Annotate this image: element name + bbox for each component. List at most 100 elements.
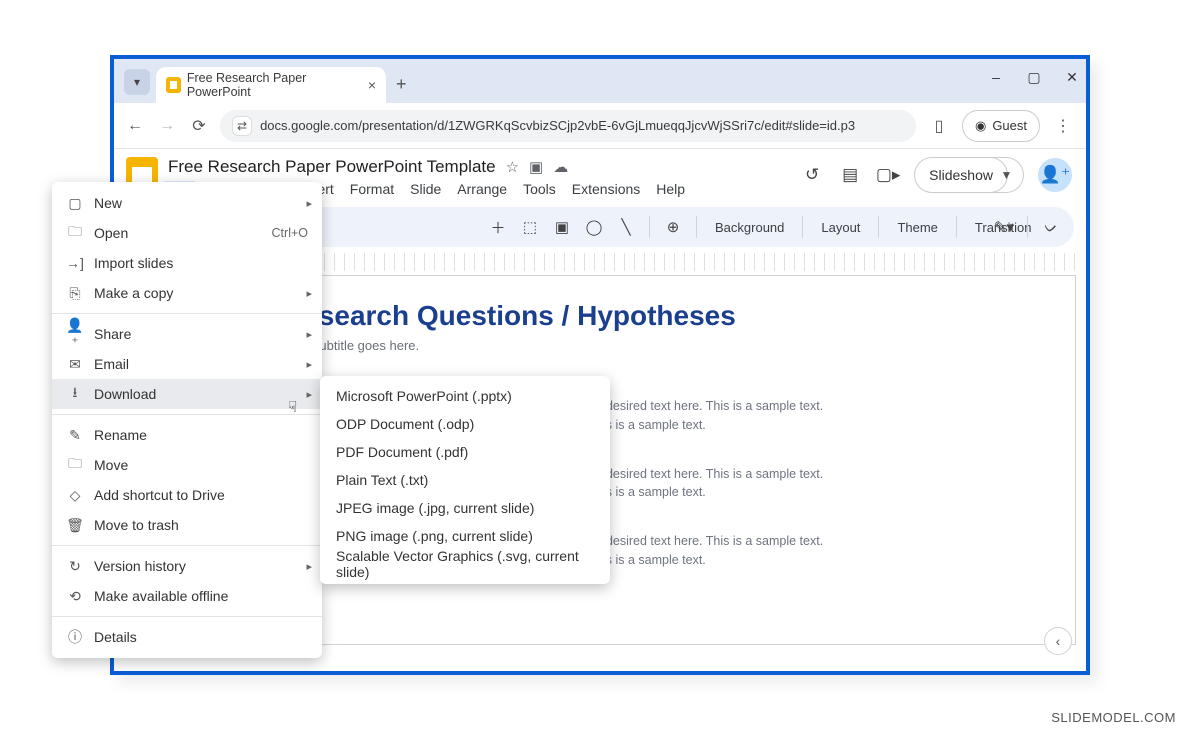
- window-close-button[interactable]: ✕: [1064, 69, 1080, 86]
- slideshow-dropdown[interactable]: ▼: [990, 157, 1024, 193]
- download-submenu: Microsoft PowerPoint (.pptx) ODP Documen…: [320, 376, 610, 584]
- menu-item-download[interactable]: ⭳Download▸: [52, 379, 322, 409]
- share-button[interactable]: 👤⁺: [1038, 158, 1072, 192]
- menu-item-new[interactable]: ▢New▸: [52, 188, 322, 218]
- guest-avatar-icon: ◉: [975, 118, 986, 134]
- meet-icon[interactable]: ▢▸: [876, 163, 900, 187]
- menu-item-import[interactable]: →]Import slides: [52, 248, 322, 278]
- download-odp[interactable]: ODP Document (.odp): [320, 410, 610, 438]
- layout-button[interactable]: Layout: [813, 220, 868, 235]
- submenu-arrow-icon: ▸: [306, 328, 312, 341]
- explore-button[interactable]: ‹: [1044, 627, 1072, 655]
- menu-item-add-shortcut[interactable]: ◇Add shortcut to Drive: [52, 480, 322, 510]
- cloud-status-icon[interactable]: ☁: [553, 158, 568, 176]
- menu-item-version-history[interactable]: ↻Version history▸: [52, 551, 322, 581]
- drive-shortcut-icon: ◇: [66, 487, 84, 504]
- submenu-arrow-icon: ▸: [306, 560, 312, 573]
- file-menu: ▢New▸ 🗀OpenCtrl+O →]Import slides ⎘Make …: [52, 182, 322, 658]
- offline-icon: ⟲: [66, 588, 84, 605]
- rename-icon: ✎: [66, 427, 84, 444]
- download-png[interactable]: PNG image (.png, current slide): [320, 522, 610, 550]
- textbox-icon[interactable]: ⬚: [517, 214, 543, 240]
- body-text-2[interactable]: t. Insert your desired text here. This i…: [533, 465, 1047, 503]
- menu-arrange[interactable]: Arrange: [457, 181, 507, 199]
- tab-dropdown-button[interactable]: ▾: [124, 69, 150, 95]
- window-minimize-button[interactable]: –: [988, 69, 1004, 86]
- slide-subtitle[interactable]: Your subtitle goes here.: [283, 338, 1047, 353]
- menu-extensions[interactable]: Extensions: [572, 181, 640, 199]
- import-icon: →]: [66, 255, 84, 271]
- info-icon: ⓘ: [66, 627, 84, 647]
- menu-item-move[interactable]: 🗀Move: [52, 450, 322, 480]
- trash-icon: 🗑: [66, 517, 84, 534]
- menu-item-trash[interactable]: 🗑Move to trash: [52, 510, 322, 540]
- menu-item-details[interactable]: ⓘDetails: [52, 622, 322, 652]
- watermark: SLIDEMODEL.COM: [1051, 710, 1176, 725]
- body-text-3[interactable]: t. Insert your desired text here. This i…: [533, 532, 1047, 570]
- move-icon: 🗀: [66, 453, 84, 477]
- back-button[interactable]: ←: [124, 117, 146, 135]
- reload-button[interactable]: ⟳: [188, 116, 210, 136]
- menu-item-copy[interactable]: ⎘Make a copy▸: [52, 278, 322, 308]
- email-icon: ✉: [66, 356, 84, 373]
- forward-button[interactable]: →: [156, 117, 178, 135]
- slides-favicon-icon: [166, 77, 181, 93]
- mouse-cursor-icon: ☟: [288, 398, 297, 416]
- submenu-arrow-icon: ▸: [306, 388, 312, 401]
- menu-item-offline[interactable]: ⟲Make available offline: [52, 581, 322, 611]
- menu-help[interactable]: Help: [656, 181, 685, 199]
- shortcut-text: Ctrl+O: [272, 226, 308, 240]
- line-icon[interactable]: ╲: [613, 214, 639, 240]
- site-info-icon[interactable]: ⇄: [232, 116, 252, 136]
- document-title[interactable]: Free Research Paper PowerPoint Template: [168, 157, 496, 177]
- slideshow-label: Slideshow: [929, 167, 993, 183]
- menu-item-email[interactable]: ✉Email▸: [52, 349, 322, 379]
- slide-title[interactable]: Research Questions / Hypotheses: [283, 300, 1047, 332]
- background-button[interactable]: Background: [707, 220, 792, 235]
- shape-icon[interactable]: ◯: [581, 214, 607, 240]
- overflow-menu-button[interactable]: ⋮: [1050, 113, 1076, 139]
- download-svg[interactable]: Scalable Vector Graphics (.svg, current …: [320, 550, 610, 578]
- menu-tools[interactable]: Tools: [523, 181, 556, 199]
- download-icon: ⭳: [66, 382, 84, 406]
- new-doc-icon: ▢: [66, 195, 84, 212]
- horizontal-ruler: [254, 253, 1076, 271]
- address-bar[interactable]: ⇄ docs.google.com/presentation/d/1ZWGRKq…: [220, 110, 916, 142]
- submenu-arrow-icon: ▸: [306, 358, 312, 371]
- submenu-arrow-icon: ▸: [306, 197, 312, 210]
- comments-icon[interactable]: ▤: [838, 163, 862, 187]
- profile-chip[interactable]: ◉ Guest: [962, 110, 1040, 142]
- download-pdf[interactable]: PDF Document (.pdf): [320, 438, 610, 466]
- copy-icon: ⎘: [66, 285, 84, 302]
- reader-mode-icon[interactable]: ▯: [926, 113, 952, 139]
- menu-item-open[interactable]: 🗀OpenCtrl+O: [52, 218, 322, 248]
- download-jpg[interactable]: JPEG image (.jpg, current slide): [320, 494, 610, 522]
- window-maximize-button[interactable]: ▢: [1026, 69, 1042, 86]
- star-icon[interactable]: ☆: [506, 158, 519, 176]
- guest-label: Guest: [992, 118, 1027, 133]
- menu-format[interactable]: Format: [350, 181, 394, 199]
- submenu-arrow-icon: ▸: [306, 287, 312, 300]
- menu-item-share[interactable]: 👤⁺Share▸: [52, 319, 322, 349]
- collapse-toolbar-icon[interactable]: ᨆ: [1038, 214, 1064, 240]
- move-to-drive-icon[interactable]: ▣: [529, 158, 543, 176]
- comment-add-icon[interactable]: ⊕: [660, 214, 686, 240]
- menu-slide[interactable]: Slide: [410, 181, 441, 199]
- browser-tab[interactable]: Free Research Paper PowerPoint ×: [156, 67, 386, 103]
- theme-button[interactable]: Theme: [889, 220, 945, 235]
- tab-title: Free Research Paper PowerPoint: [187, 71, 360, 99]
- browser-tab-strip: ▾ Free Research Paper PowerPoint × + – ▢…: [114, 59, 1086, 103]
- browser-toolbar: ← → ⟳ ⇄ docs.google.com/presentation/d/1…: [114, 103, 1086, 149]
- image-icon[interactable]: ▣: [549, 214, 575, 240]
- new-slide-button[interactable]: ＋: [485, 214, 511, 240]
- url-text: docs.google.com/presentation/d/1ZWGRKqSc…: [260, 118, 855, 133]
- mode-dropdown[interactable]: ✎▾: [991, 214, 1017, 240]
- history-icon: ↻: [66, 558, 84, 575]
- history-icon[interactable]: ↺: [800, 163, 824, 187]
- download-txt[interactable]: Plain Text (.txt): [320, 466, 610, 494]
- new-tab-button[interactable]: +: [396, 74, 407, 95]
- body-text-1[interactable]: t. Insert your desired text here. This i…: [533, 397, 1047, 435]
- tab-close-icon[interactable]: ×: [368, 77, 376, 93]
- download-pptx[interactable]: Microsoft PowerPoint (.pptx): [320, 382, 610, 410]
- menu-item-rename[interactable]: ✎Rename: [52, 420, 322, 450]
